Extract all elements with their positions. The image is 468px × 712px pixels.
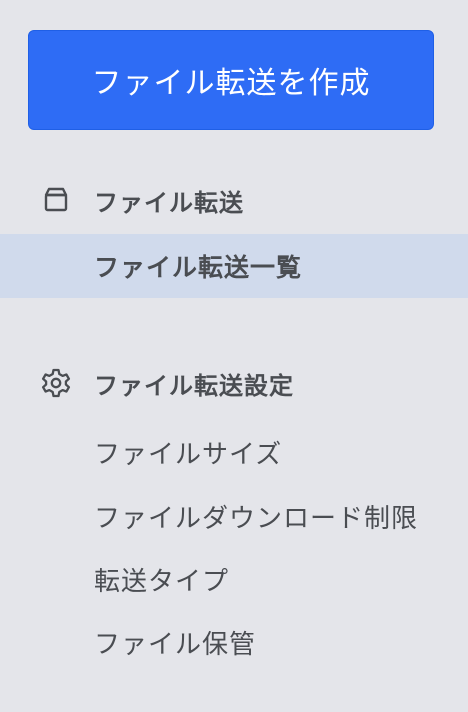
box-icon: [40, 184, 72, 216]
create-file-transfer-button[interactable]: ファイル転送を作成: [28, 30, 434, 130]
sidebar-item-file-size[interactable]: ファイルサイズ: [0, 420, 468, 484]
sidebar-item-file-storage[interactable]: ファイル保管: [0, 610, 468, 674]
sidebar-item-label: ファイル転送一覧: [94, 253, 303, 282]
section-title: ファイル転送: [94, 188, 244, 217]
sidebar-item-file-download-limit[interactable]: ファイルダウンロード制限: [0, 484, 468, 548]
sidebar: ファイル転送を作成 ファイル転送 ファイル転送一覧 ファイル転送設定 ファイルサ…: [0, 0, 468, 712]
sidebar-item-file-transfer-list[interactable]: ファイル転送一覧: [0, 234, 468, 298]
sidebar-item-transfer-type[interactable]: 転送タイプ: [0, 547, 468, 611]
gear-icon: [40, 367, 72, 399]
section-header-file-transfer: ファイル転送: [0, 178, 468, 222]
sidebar-item-label: ファイル保管: [94, 629, 257, 660]
section-title: ファイル転送設定: [94, 371, 294, 400]
sidebar-item-label: 転送タイプ: [94, 566, 230, 597]
sidebar-item-label: ファイルダウンロード制限: [94, 503, 419, 534]
section-header-file-transfer-settings: ファイル転送設定: [0, 361, 468, 405]
sidebar-item-label: ファイルサイズ: [94, 439, 283, 470]
